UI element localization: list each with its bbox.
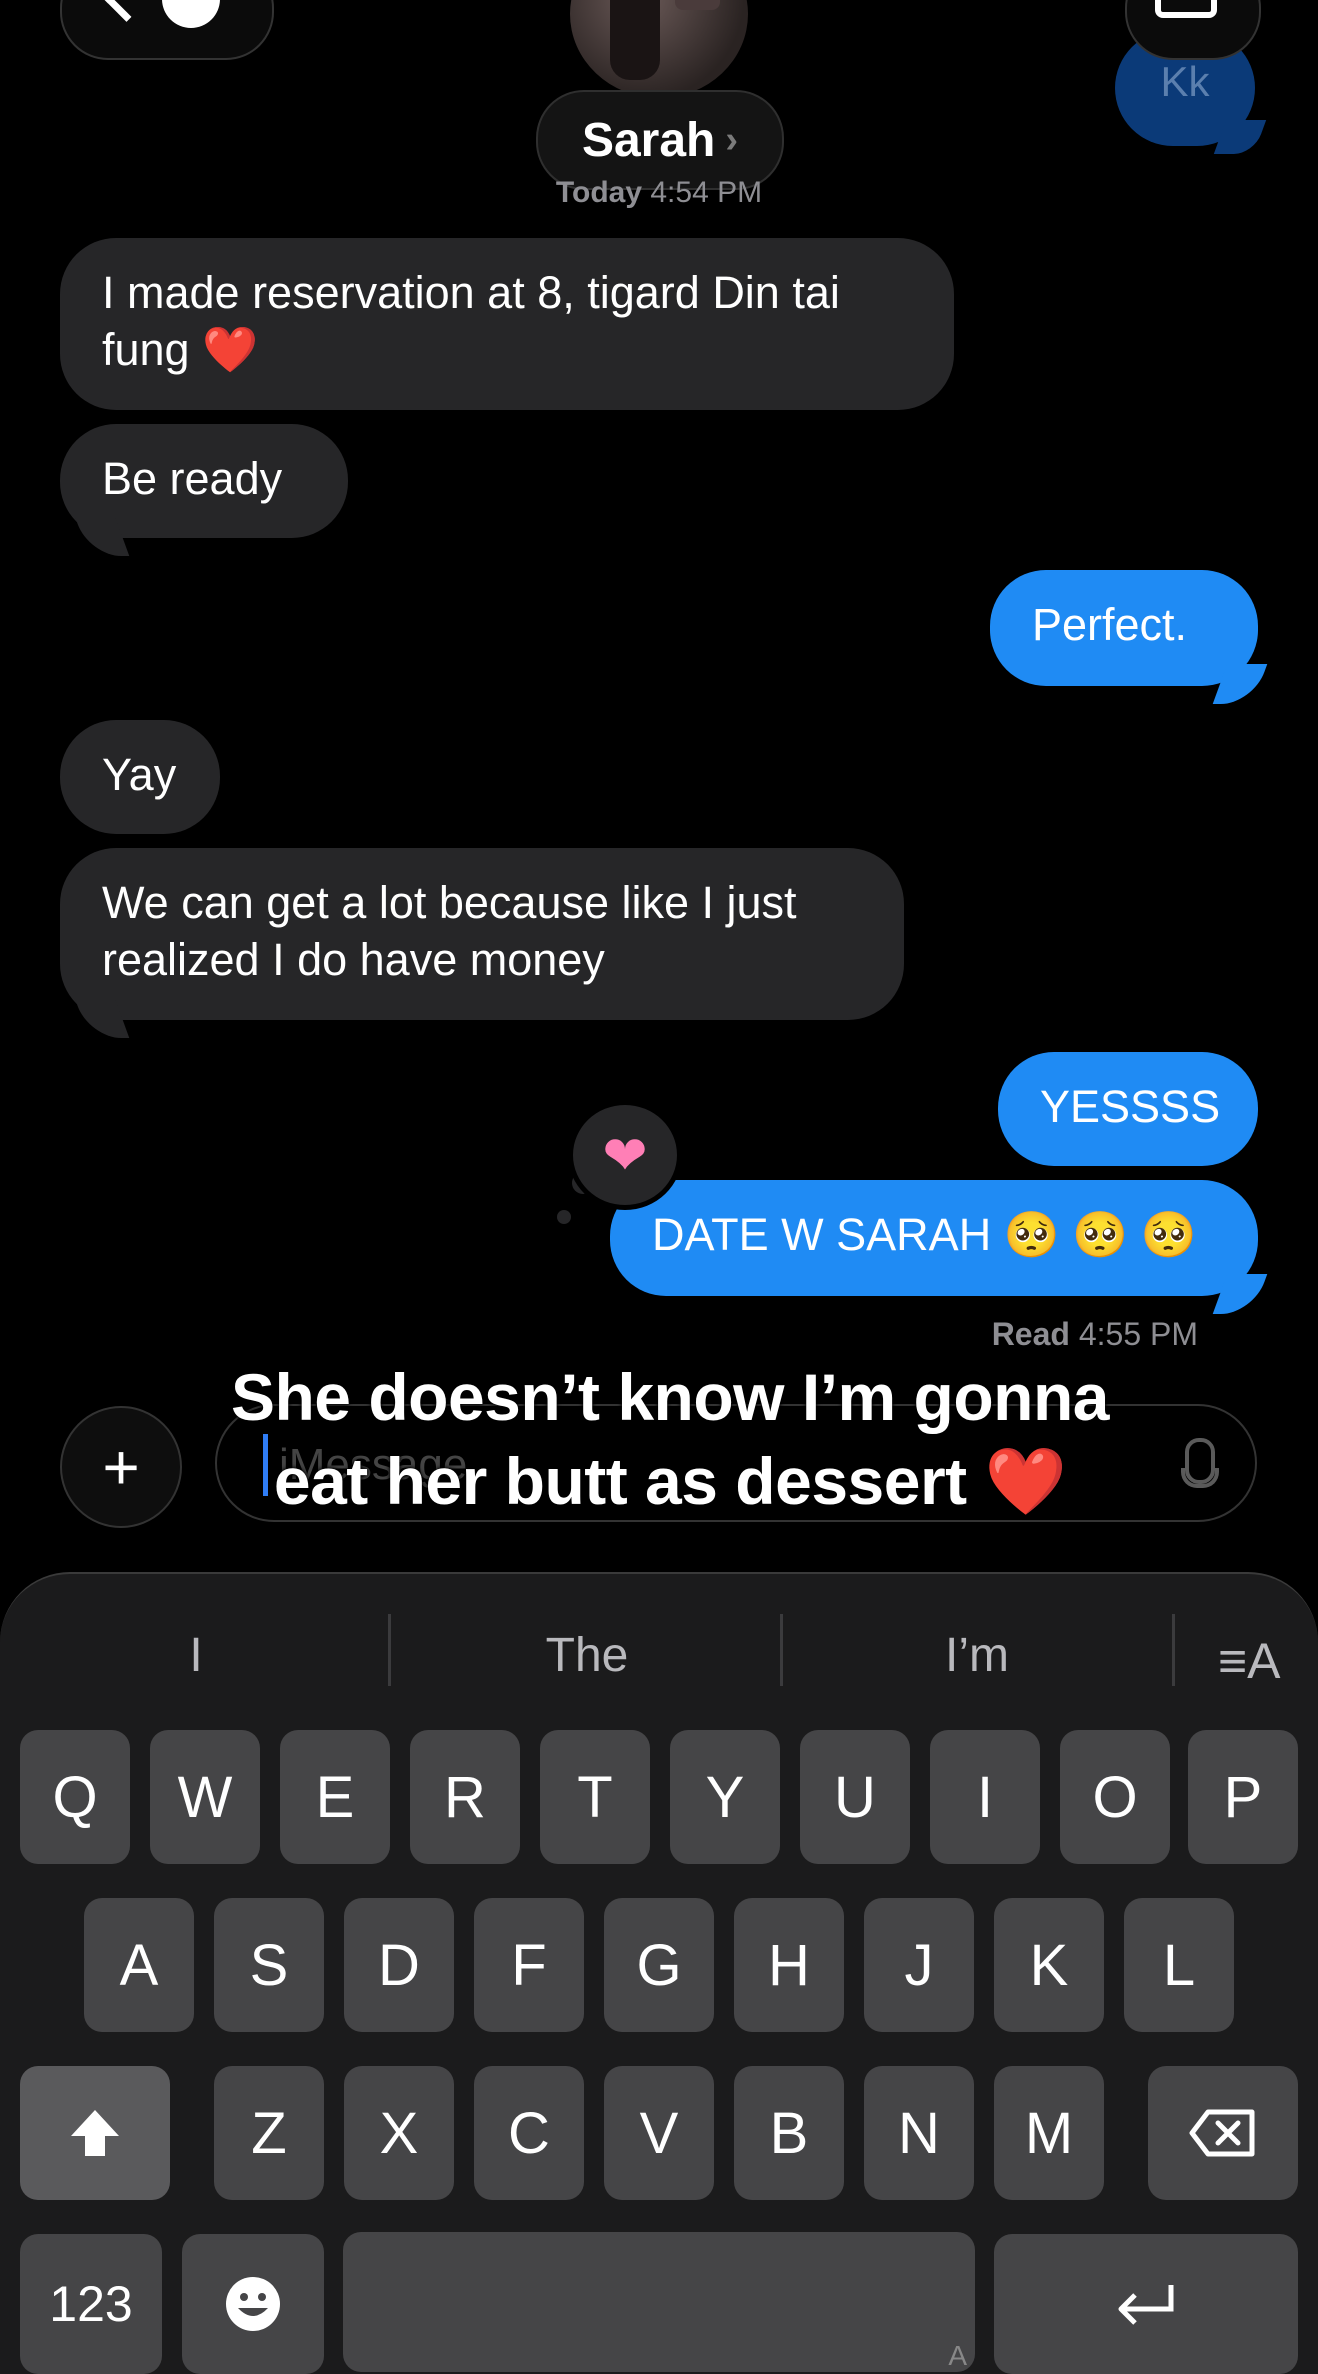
message-text: Be ready (102, 453, 283, 504)
unread-count-badge (162, 0, 220, 28)
timestamp-time: 4:54 PM (650, 176, 763, 209)
space-hint: A (948, 2340, 967, 2371)
key-u[interactable]: U (800, 1730, 910, 1864)
facetime-video-button[interactable] (1125, 0, 1261, 60)
shift-key[interactable] (20, 2066, 170, 2200)
suggestion-2[interactable]: The (392, 1628, 782, 1683)
suggestion-divider (388, 1614, 391, 1686)
tapback-reaction[interactable]: ❤ (568, 1100, 682, 1210)
suggestion-1[interactable]: I (0, 1628, 392, 1683)
suggestion-3[interactable]: I’m (782, 1628, 1172, 1683)
return-key[interactable] (994, 2234, 1298, 2374)
numbers-key[interactable]: 123 (20, 2234, 162, 2374)
message-text: Perfect. (1032, 599, 1188, 650)
key-y[interactable]: Y (670, 1730, 780, 1864)
key-k[interactable]: K (994, 1898, 1104, 2032)
key-a[interactable]: A (84, 1898, 194, 2032)
message-bubble-incoming[interactable]: We can get a lot because like I just rea… (60, 848, 904, 1020)
key-x[interactable]: X (344, 2066, 454, 2200)
timestamp-day: Today (555, 176, 643, 209)
suggestion-divider (1172, 1614, 1175, 1686)
avatar[interactable] (570, 0, 748, 98)
message-text: Yay (102, 749, 177, 800)
message-bubble-incoming[interactable]: I made reservation at 8, tigard Din tai … (60, 238, 954, 410)
key-g[interactable]: G (604, 1898, 714, 2032)
key-v[interactable]: V (604, 2066, 714, 2200)
key-r[interactable]: R (410, 1730, 520, 1864)
message-bubble-outgoing[interactable]: DATE W SARAH 🥺 🥺 🥺 (610, 1180, 1258, 1296)
key-b[interactable]: B (734, 2066, 844, 2200)
message-bubble-outgoing[interactable]: Perfect. (990, 570, 1258, 686)
message-text: I made reservation at 8, tigard Din tai … (102, 267, 840, 375)
return-icon (1118, 2285, 1174, 2325)
key-j[interactable]: J (864, 1898, 974, 2032)
delete-icon (1189, 2109, 1255, 2157)
contact-name-button[interactable]: Sarah › (536, 90, 784, 190)
key-c[interactable]: C (474, 2066, 584, 2200)
key-z[interactable]: Z (214, 2066, 324, 2200)
key-l[interactable]: L (1124, 1898, 1234, 2032)
message-bubble-outgoing[interactable]: YESSSS (998, 1052, 1258, 1166)
previous-message-text: Kk (1160, 58, 1210, 105)
message-text: YESSSS (1040, 1081, 1221, 1132)
keyboard: I The I’m ≡A Q W E R T Y U I O P A S D F… (0, 1572, 1318, 2374)
video-camera-icon (1155, 0, 1217, 18)
message-bubble-incoming[interactable]: Yay (60, 720, 220, 834)
read-receipt: Read 4:55 PM (992, 1316, 1198, 1353)
heart-emoji: ❤️ (984, 1444, 1067, 1518)
shift-icon (71, 2110, 119, 2156)
key-i[interactable]: I (930, 1730, 1040, 1864)
pink-heart-icon: ❤ (602, 1125, 648, 1186)
chevron-left-icon (103, 0, 150, 22)
key-h[interactable]: H (734, 1898, 844, 2032)
message-text: DATE W SARAH 🥺 🥺 🥺 (652, 1209, 1197, 1260)
read-label: Read (991, 1316, 1070, 1352)
text-format-icon[interactable]: ≡A (1218, 1632, 1281, 1690)
key-f[interactable]: F (474, 1898, 584, 2032)
plus-icon: + (102, 1431, 140, 1503)
chevron-right-icon: › (725, 118, 739, 161)
key-d[interactable]: D (344, 1898, 454, 2032)
emoji-key[interactable] (182, 2234, 324, 2374)
key-w[interactable]: W (150, 1730, 260, 1864)
key-n[interactable]: N (864, 2066, 974, 2200)
caption-line-2: eat her butt as dessert (273, 1444, 967, 1518)
read-time: 4:55 PM (1078, 1316, 1198, 1352)
back-button[interactable] (60, 0, 274, 60)
key-p[interactable]: P (1188, 1730, 1298, 1864)
emoji-icon (226, 2277, 280, 2331)
key-s[interactable]: S (214, 1898, 324, 2032)
message-text: We can get a lot because like I just rea… (102, 877, 797, 985)
tapback-dot (557, 1210, 571, 1224)
caption-overlay: She doesn’t know I’m gonna eat her butt … (150, 1355, 1190, 1523)
key-m[interactable]: M (994, 2066, 1104, 2200)
conversation-timestamp: Today 4:54 PM (0, 176, 1318, 210)
key-o[interactable]: O (1060, 1730, 1170, 1864)
key-t[interactable]: T (540, 1730, 650, 1864)
key-q[interactable]: Q (20, 1730, 130, 1864)
delete-key[interactable] (1148, 2066, 1298, 2200)
space-key[interactable]: A (343, 2232, 975, 2372)
caption-line-1: She doesn’t know I’m gonna (230, 1360, 1110, 1434)
key-e[interactable]: E (280, 1730, 390, 1864)
contact-name: Sarah (581, 113, 716, 167)
